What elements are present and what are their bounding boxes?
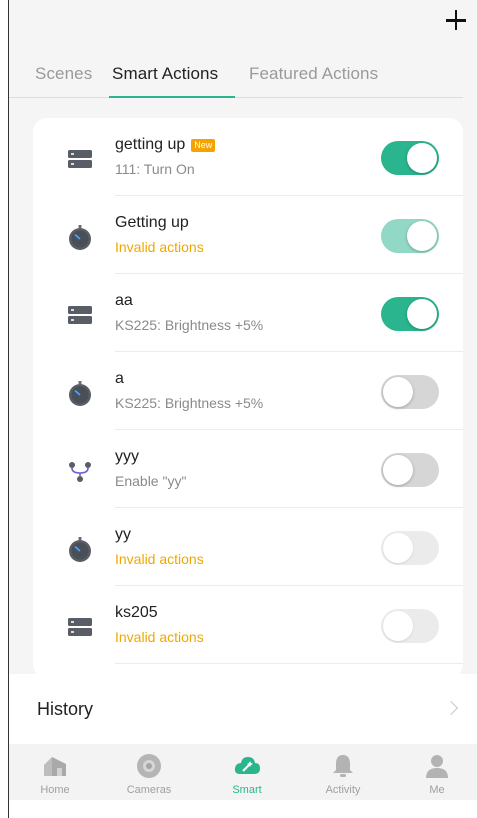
list-item[interactable]: yyy Enable "yy" [33,430,463,508]
nav-label: Smart [232,784,262,796]
bell-icon [329,752,357,780]
action-title: a [115,370,124,387]
action-title: yyy [115,448,139,465]
smart-actions-list: getting up New 111: Turn On Getting up I… [33,118,463,678]
action-subtitle: Invalid actions [115,551,204,567]
hub-icon [66,301,94,329]
nav-home[interactable]: Home [15,744,95,800]
toggle-knob [383,377,413,407]
smart-icon [233,752,261,780]
person-icon [423,752,451,780]
timer-icon [66,223,94,251]
action-toggle[interactable] [381,375,439,409]
chevron-right-icon [443,700,459,716]
tab-featured-actions[interactable]: Featured Actions [249,64,378,84]
action-title: ks205 [115,604,158,621]
tab-smart-actions[interactable]: Smart Actions [112,64,218,84]
tab-bar: Scenes Smart Actions Featured Actions [9,58,463,98]
tab-scenes[interactable]: Scenes [35,64,92,84]
action-toggle[interactable] [381,141,439,175]
hub-icon [66,145,94,173]
add-action-button[interactable] [441,6,471,36]
action-toggle[interactable] [381,219,439,253]
toggle-knob [407,143,437,173]
action-toggle[interactable] [381,453,439,487]
toggle-knob [383,455,413,485]
nav-me[interactable]: Me [397,744,477,800]
action-subtitle: Invalid actions [115,239,204,255]
active-tab-indicator [109,96,235,98]
app-screen: Scenes Smart Actions Featured Actions ge… [8,0,477,818]
action-title: Getting up [115,214,189,231]
toggle-knob [383,611,413,641]
action-subtitle: Enable "yy" [115,473,187,489]
list-item[interactable]: Getting up Invalid actions [33,196,463,274]
history-row[interactable]: History [9,674,477,744]
nav-label: Activity [325,784,361,796]
new-badge: New [191,138,216,152]
nav-smart[interactable]: Smart [207,744,287,800]
action-title: getting up New [115,136,216,154]
hub-icon [66,613,94,641]
action-title: aa [115,292,133,309]
action-subtitle: KS225: Brightness +5% [115,395,264,411]
timer-icon [66,535,94,563]
action-subtitle: Invalid actions [115,629,204,645]
bottom-safe-area [9,800,477,818]
timer-icon [66,379,94,407]
branch-icon [66,457,94,485]
bottom-nav: Home Cameras Smart Activity Me [9,744,477,800]
toggle-knob [407,299,437,329]
divider [115,663,463,664]
list-item[interactable]: a KS225: Brightness +5% [33,352,463,430]
action-title-text: getting up [115,136,186,153]
home-icon [41,752,69,780]
toggle-knob [407,221,437,251]
action-toggle[interactable] [381,609,439,643]
camera-icon [135,752,163,780]
nav-label: Me [429,784,445,796]
action-subtitle: KS225: Brightness +5% [115,317,264,333]
list-item[interactable]: yy Invalid actions [33,508,463,586]
list-item[interactable]: ks205 Invalid actions [33,586,463,664]
toggle-knob [383,533,413,563]
list-item[interactable]: aa KS225: Brightness +5% [33,274,463,352]
nav-label: Cameras [126,784,172,796]
history-label: History [37,699,94,719]
list-item[interactable]: getting up New 111: Turn On [33,118,463,196]
action-toggle[interactable] [381,297,439,331]
action-toggle[interactable] [381,531,439,565]
nav-cameras[interactable]: Cameras [109,744,189,800]
action-subtitle: 111: Turn On [115,161,195,177]
nav-label: Home [40,784,70,796]
nav-activity[interactable]: Activity [303,744,383,800]
action-title: yy [115,526,131,543]
